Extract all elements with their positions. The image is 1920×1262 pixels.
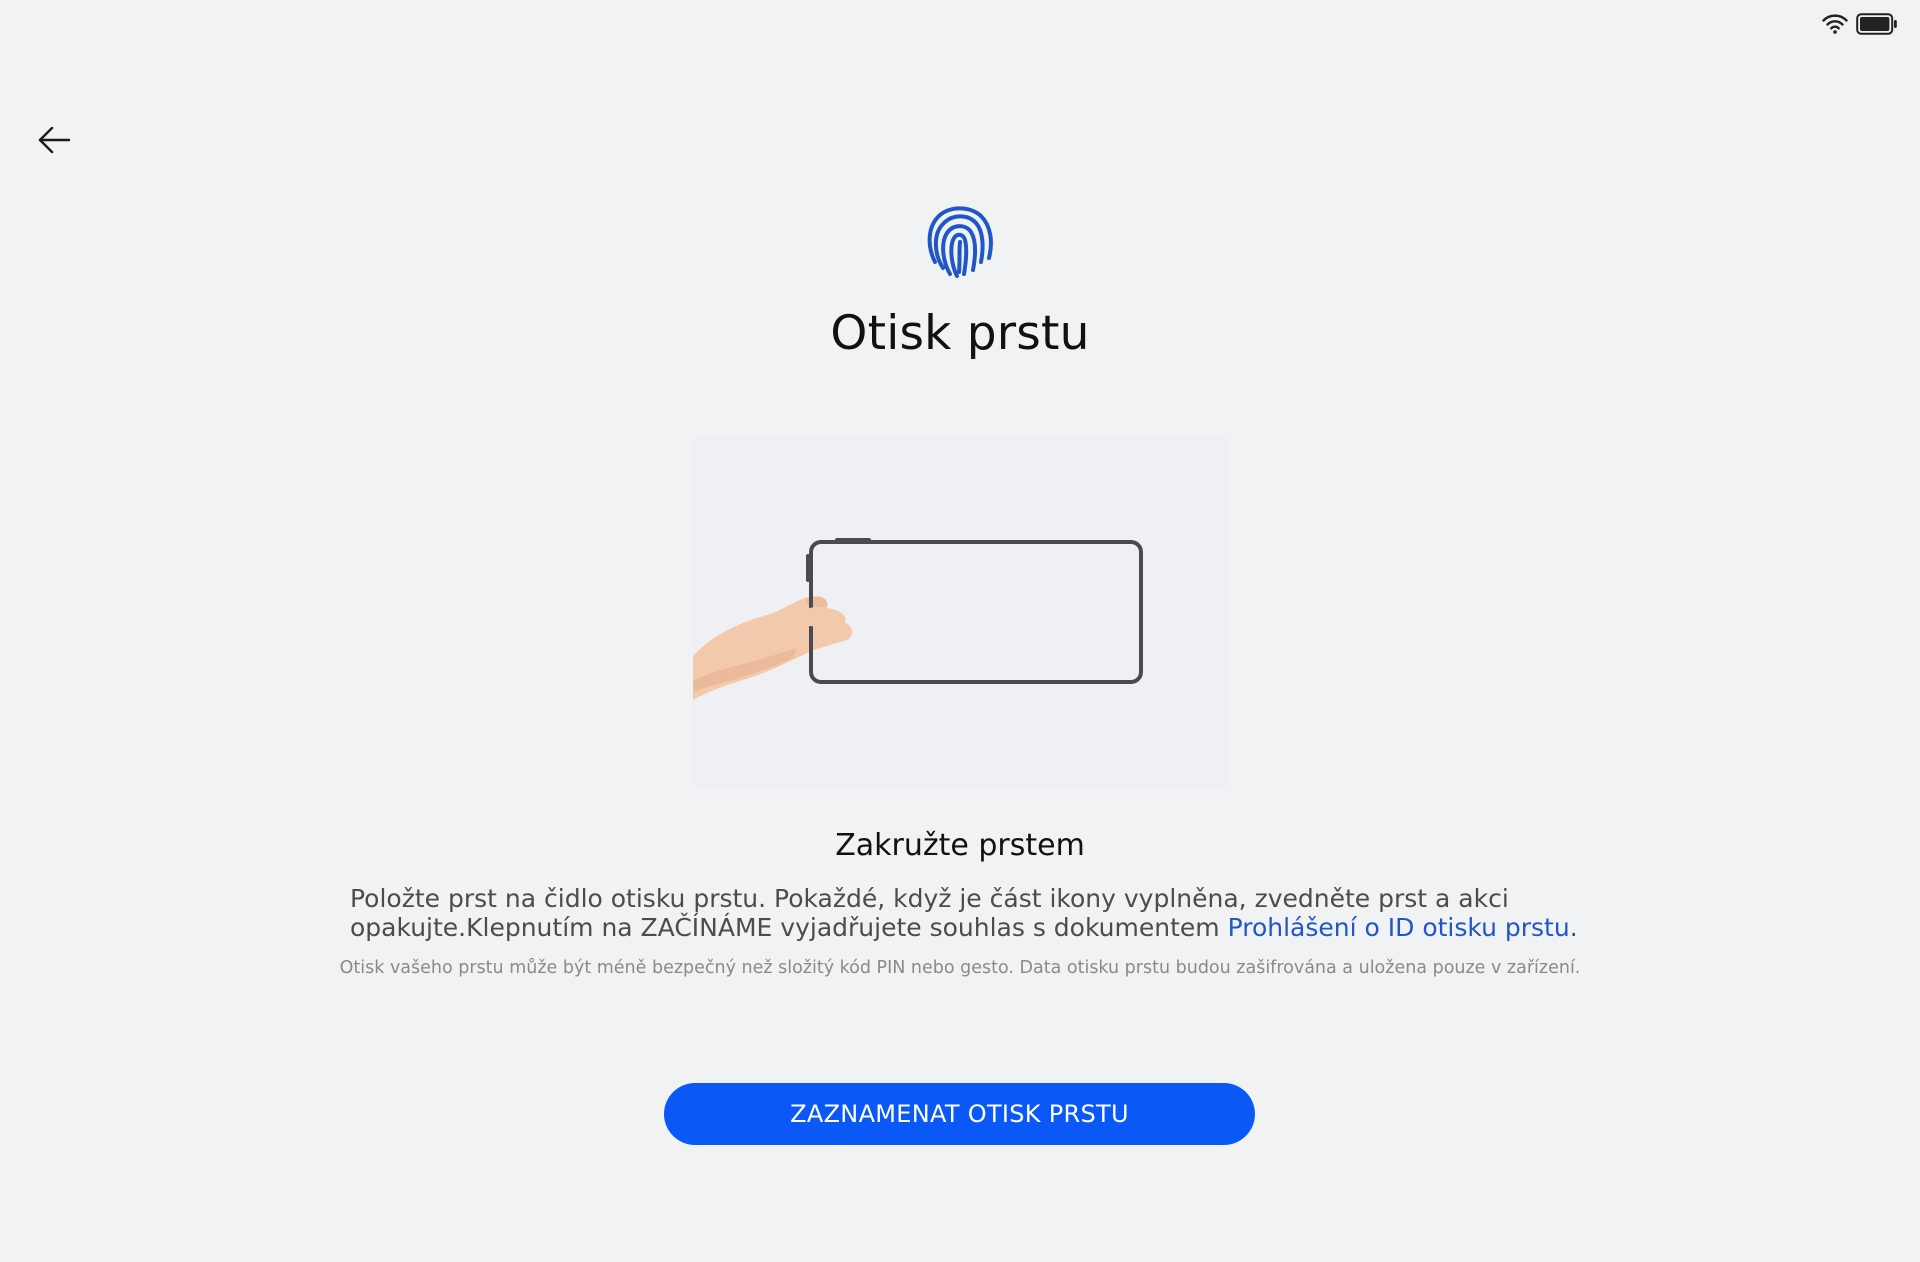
back-button[interactable] [30, 118, 78, 166]
arrow-left-icon [37, 125, 71, 159]
hand-holding-tablet-illustration [693, 436, 1229, 788]
page-title: Otisk prstu [830, 306, 1090, 361]
battery-icon [1856, 13, 1898, 35]
instruction-suffix: . [1569, 913, 1578, 942]
record-fingerprint-button[interactable]: ZAZNAMENAT OTISK PRSTU [664, 1083, 1255, 1145]
security-note: Otisk vašeho prstu může být méně bezpečn… [339, 958, 1581, 978]
fingerprint-setup-page: Otisk prstu Zakružte prstem Položte prst… [0, 0, 1920, 1262]
instruction-title: Zakružte prstem [835, 828, 1085, 863]
fingerprint-id-statement-link[interactable]: Prohlášení o ID otisku prstu [1228, 913, 1570, 942]
wifi-icon [1822, 14, 1848, 34]
header: Otisk prstu [0, 202, 1920, 361]
status-bar [1822, 12, 1898, 36]
fingerprint-icon [923, 202, 997, 284]
instruction-body: Položte prst na čidlo otisku prstu. Poka… [350, 884, 1590, 942]
